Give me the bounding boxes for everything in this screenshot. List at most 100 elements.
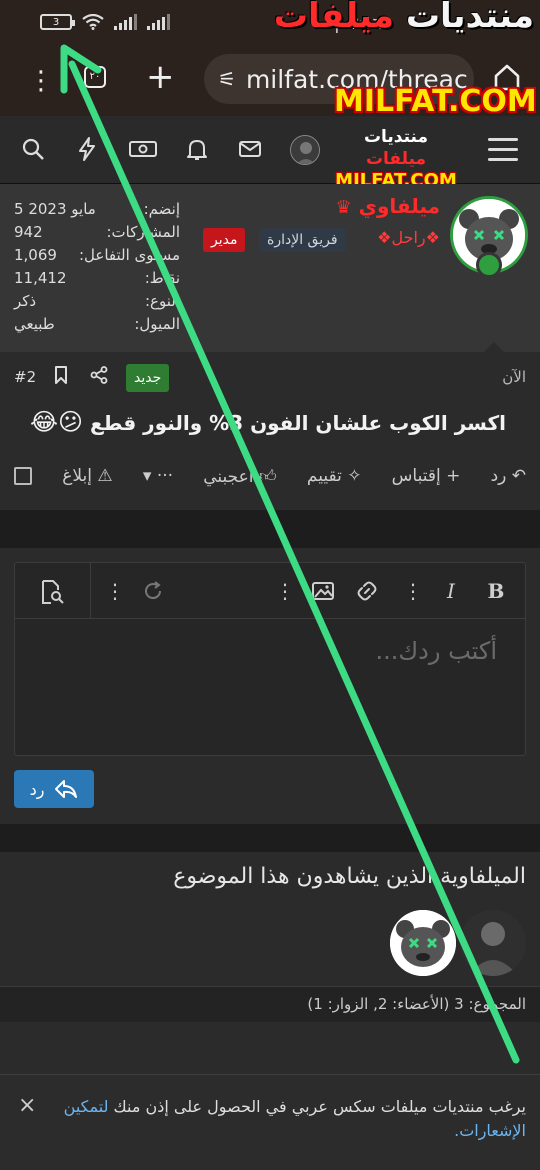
viewers-total-text: المجموع: 3 (الأعضاء: 2, الزوار: 1) (307, 995, 526, 1013)
post-actions: ↶ رد + إقتباس ✧ تقييم 👍︎ أعجبني ··· ▾ ⚠ … (14, 462, 526, 490)
share-icon[interactable] (90, 366, 108, 389)
logo-ar-highlight: ميلفات (365, 149, 427, 169)
separator (0, 824, 540, 852)
crown-icon: ♛ (335, 197, 352, 218)
stat-row: النوع: ذكر (14, 290, 180, 313)
reply-placeholder: أكتب ردك... (375, 637, 497, 665)
chevron-down-icon: ▾ (142, 466, 152, 486)
thread-viewers: الميلفاوية الذين يشاهدون هذا الموضوع (0, 852, 540, 986)
more-actions-label: ··· (156, 466, 174, 486)
more-actions[interactable]: ··· ▾ (143, 466, 173, 486)
logo-ar-prefix: منتديات (363, 127, 429, 147)
rate-action-label: تقييم (306, 466, 342, 486)
logo-ar: منتديات ميلفات (334, 126, 458, 170)
select-checkbox[interactable] (14, 467, 33, 485)
next-section (0, 1022, 540, 1074)
more-icon[interactable]: ⋮ (401, 579, 425, 603)
reply-action-label: رد (490, 466, 507, 486)
viewer-avatar[interactable] (390, 910, 456, 976)
search-icon[interactable] (20, 136, 46, 162)
status-icons: 3 (40, 14, 170, 30)
tabs-count-button[interactable]: ٢٠ (84, 66, 106, 88)
viewers-total: المجموع: 3 (الأعضاء: 2, الزوار: 1) (0, 986, 540, 1022)
report-action[interactable]: ⚠ إبلاغ (62, 466, 112, 486)
reply-editor[interactable]: B I ⋮ ⋮ ⋮ أكتب ردك... (14, 562, 526, 756)
post-emojis: 😕😂 (29, 408, 83, 436)
stat-row: الميول: طبيعي (14, 313, 180, 336)
separator (0, 510, 540, 548)
stat-value: 1,069 (14, 246, 57, 264)
preview-icon (42, 580, 64, 604)
team-badge: فريق الإدارة (259, 228, 346, 252)
reply-icon (55, 780, 78, 798)
bold-icon[interactable]: B (484, 579, 508, 603)
editor-toolbar: B I ⋮ ⋮ ⋮ (15, 563, 525, 619)
reply-button[interactable]: رد (14, 770, 94, 808)
stat-key: مستوى التفاعل: (79, 246, 180, 264)
author-title: ❖راحل❖ (377, 228, 440, 247)
stat-key: الميول: (134, 315, 180, 333)
browser-menu-icon[interactable]: ⋮ (28, 66, 54, 96)
menu-icon[interactable] (488, 138, 518, 162)
notification-message: يرغب منتديات ميلفات سكس عربي في الحصول ع… (108, 1097, 526, 1116)
post-body: اكسر الكوب علشان الفون 3% والنور قطع 😕😂 (14, 408, 506, 436)
reply-action[interactable]: ↶ رد (491, 466, 526, 486)
stat-value: 942 (14, 223, 43, 241)
bell-icon[interactable] (184, 136, 210, 162)
stat-value: 11,412 (14, 269, 67, 287)
stat-key: إنضم: (143, 200, 180, 218)
more-icon[interactable]: ⋮ (103, 579, 127, 603)
stat-key: المشاركات: (106, 223, 181, 241)
author-title-text: راحل (391, 228, 426, 247)
wifi-icon (82, 14, 104, 30)
status-bar: 3 ٢:٠٦ م منتديات ميلفات (0, 0, 540, 48)
notification-prompt: × يرغب منتديات ميلفات سكس عربي في الحصول… (0, 1074, 540, 1170)
site-logo[interactable]: منتديات ميلفات MILFAT.COM (334, 126, 458, 192)
stat-key: النوع: (144, 292, 180, 310)
viewer-avatar[interactable] (460, 910, 526, 976)
site-header: منتديات ميلفات MILFAT.COM (0, 116, 540, 191)
bookmark-icon[interactable] (54, 366, 68, 384)
new-tab-button[interactable]: + (146, 60, 175, 94)
post-number[interactable]: #2 (14, 368, 36, 386)
new-badge: جديد (126, 364, 170, 392)
online-status-icon (476, 252, 502, 278)
post: الآن جديد #2 اكسر الكوب علشان الفون 3% و… (0, 342, 540, 510)
post-time[interactable]: الآن (502, 368, 526, 386)
stat-row: إنضم: 5 مايو 2023 (14, 198, 180, 221)
watermark-ar-highlight: ميلفات (273, 0, 395, 36)
like-action[interactable]: 👍︎ أعجبني (203, 466, 276, 487)
stat-row: نقاط: 11,412 (14, 267, 180, 290)
lightning-icon[interactable] (74, 136, 100, 162)
italic-icon[interactable]: I (439, 579, 463, 603)
link-icon[interactable] (355, 579, 379, 603)
image-icon[interactable] (311, 579, 335, 603)
money-icon[interactable] (128, 136, 158, 162)
user-avatar[interactable] (290, 135, 320, 165)
stat-value: 5 مايو 2023 (14, 200, 96, 218)
more-icon[interactable]: ⋮ (273, 579, 297, 603)
preview-button[interactable] (15, 563, 91, 619)
battery-level: 3 (52, 16, 60, 28)
viewers-title: الميلفاوية الذين يشاهدون هذا الموضوع (173, 864, 526, 889)
rate-action[interactable]: ✧ تقييم (307, 466, 362, 486)
post-text: اكسر الكوب علشان الفون 3% والنور قطع (89, 411, 506, 435)
signal-icon-2 (147, 14, 170, 30)
quote-action[interactable]: + إقتباس (392, 466, 461, 486)
battery-icon: 3 (40, 14, 75, 30)
close-icon[interactable]: × (18, 1093, 36, 1118)
admin-badge: مدير (203, 228, 246, 252)
quick-reply: B I ⋮ ⋮ ⋮ أكتب ردك... رد (0, 548, 540, 824)
author-name[interactable]: ♛ ميلفاوي (320, 194, 441, 218)
envelope-icon[interactable] (237, 136, 263, 162)
quote-action-label: إقتباس (391, 466, 441, 486)
signal-icon (114, 14, 137, 30)
stat-value: ذكر (14, 292, 37, 310)
stat-row: المشاركات: 942 (14, 221, 180, 244)
reply-button-label: رد (29, 779, 45, 799)
author-stats: إنضم: 5 مايو 2023 المشاركات: 942 مستوى الت… (14, 198, 180, 336)
bear-avatar-icon (390, 910, 456, 976)
redo-icon[interactable] (141, 579, 165, 603)
author-name-text: ميلفاوي (358, 194, 440, 218)
site-settings-icon[interactable]: ⚟ (218, 67, 236, 91)
